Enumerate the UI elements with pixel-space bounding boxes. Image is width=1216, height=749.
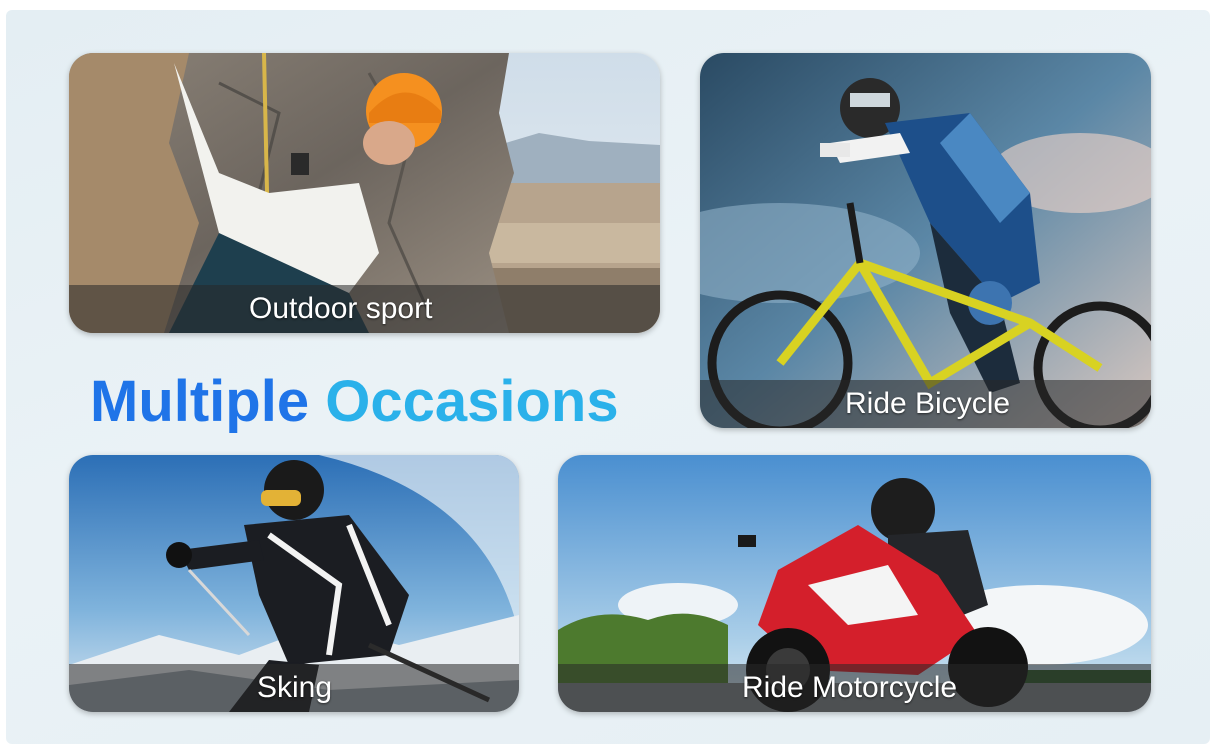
bicycle-photo (700, 53, 1151, 428)
caption-outdoor-sport: Outdoor sport (249, 292, 433, 325)
title-word-occasions: Occasions (325, 369, 619, 434)
page-title: Multiple Occasions (90, 366, 619, 438)
card-outdoor-sport: Outdoor sport (69, 53, 660, 333)
title-word-multiple: Multiple (90, 369, 310, 434)
card-ride-motorcycle: Ride Motorcycle (558, 455, 1151, 712)
caption-ride-bicycle: Ride Bicycle (845, 387, 1011, 420)
occasions-panel: Outdoor sport Ride Bicycle Multiple Occa… (6, 10, 1210, 744)
card-sking: Sking (69, 455, 519, 712)
caption-sking: Sking (257, 671, 333, 704)
card-ride-bicycle: Ride Bicycle (700, 53, 1151, 428)
caption-ride-motorcycle: Ride Motorcycle (742, 671, 958, 704)
